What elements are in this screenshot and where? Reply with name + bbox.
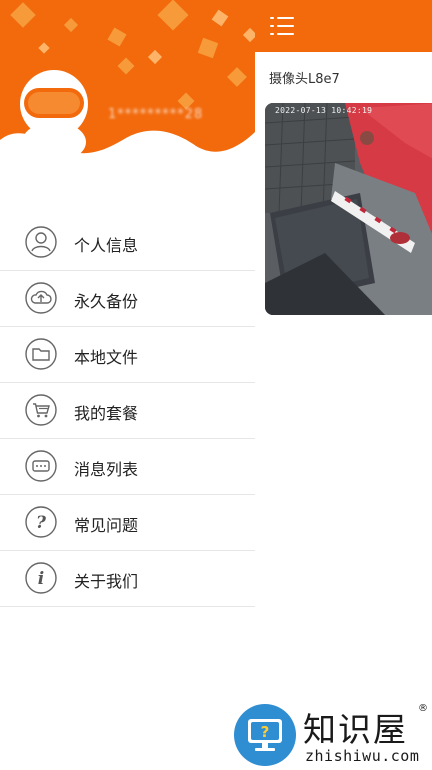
robot-avatar-icon: [20, 70, 88, 162]
menu-item-label: 常见问题: [74, 516, 139, 535]
drawer-header: 1*********28: [0, 0, 255, 170]
info-icon: i: [25, 562, 57, 594]
menu-item-about[interactable]: i 关于我们: [0, 551, 255, 607]
folder-icon: [25, 338, 57, 370]
watermark-registered: ®: [418, 703, 428, 714]
svg-text:i: i: [38, 569, 44, 589]
drawer-menu: 个人信息 永久备份 本地文件 我的套餐 消息列表 ? 常见问题 i 关于我们: [0, 215, 255, 607]
camera-timestamp: 2022-07-13 10:42:19: [275, 106, 373, 115]
watermark-domain: zhishiwu.com: [305, 747, 420, 765]
watermark-brand: 知识屋: [303, 710, 408, 749]
navigation-drawer: 1*********28 个人信息 永久备份 本地文件 我的套餐 消息列表 ? …: [0, 0, 255, 768]
camera-preview[interactable]: 2022-07-13 10:42:19: [265, 103, 432, 315]
menu-item-label: 个人信息: [74, 236, 139, 255]
menu-item-my-plan[interactable]: 我的套餐: [0, 383, 255, 439]
help-icon: ?: [25, 506, 57, 538]
menu-item-label: 我的套餐: [74, 404, 139, 423]
menu-item-label: 永久备份: [74, 292, 139, 311]
menu-item-backup[interactable]: 永久备份: [0, 271, 255, 327]
cloud-upload-icon: [25, 282, 57, 314]
message-icon: [25, 450, 57, 482]
app-bar: [255, 0, 432, 52]
menu-item-local-files[interactable]: 本地文件: [0, 327, 255, 383]
menu-item-label: 本地文件: [74, 348, 139, 367]
monitor-question-icon: ?: [248, 719, 282, 751]
cart-icon: [25, 394, 57, 426]
menu-item-messages[interactable]: 消息列表: [0, 439, 255, 495]
menu-item-label: 消息列表: [74, 460, 139, 479]
menu-icon[interactable]: [267, 12, 297, 40]
watermark: ? 知识屋 ® zhishiwu.com: [233, 703, 432, 768]
watermark-logo: ?: [234, 704, 296, 766]
svg-text:?: ?: [36, 513, 47, 533]
avatar[interactable]: [14, 70, 94, 162]
main-panel: 摄像头L8e7 2022-07-13 10:42:19: [255, 0, 432, 768]
menu-item-profile[interactable]: 个人信息: [0, 215, 255, 271]
user-id: 1*********28: [108, 107, 204, 122]
user-icon: [25, 226, 57, 258]
camera-title[interactable]: 摄像头L8e7: [269, 68, 340, 87]
svg-text:?: ?: [261, 723, 270, 741]
menu-item-label: 关于我们: [74, 572, 139, 591]
menu-item-faq[interactable]: ? 常见问题: [0, 495, 255, 551]
camera-snapshot-image: [265, 103, 432, 315]
